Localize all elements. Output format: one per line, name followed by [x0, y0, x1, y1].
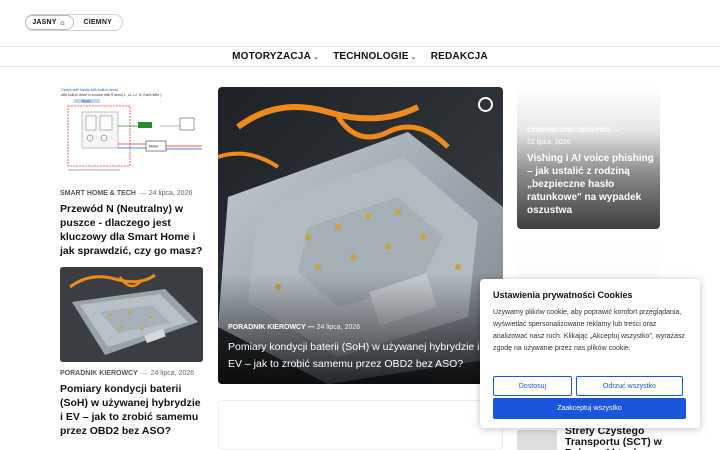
post-date: 24 lipca, 2026: [150, 370, 195, 377]
nav-divider: [0, 66, 720, 67]
battery-image: [60, 267, 203, 362]
side-post-card[interactable]: CYBERBEZPIECZEŃSTWO — 22 lipca, 2026 Vis…: [517, 87, 660, 229]
post-thumbnail-battery[interactable]: [60, 267, 203, 362]
diagram-caption-1: Option with blinds with built-in driver: [61, 88, 119, 92]
meta-separator: —: [307, 324, 315, 331]
post-title[interactable]: Pomiary kondycji baterii (SoH) w używane…: [60, 382, 205, 438]
hero-category[interactable]: PORADNIK KIEROWCY: [228, 324, 306, 331]
nav-item-motoryzacja[interactable]: MOTORYZACJA ⌄: [232, 51, 319, 62]
partial-post-thumbnail[interactable]: [517, 430, 557, 450]
nav-item-redakcja[interactable]: REDAKCJA: [431, 51, 488, 62]
post-category[interactable]: SMART HOME & TECH: [60, 190, 136, 197]
theme-toggle[interactable]: JASNY ☼ CIEMNY: [25, 14, 123, 31]
post-thumbnail-wiring-diagram[interactable]: Option with blinds with built-in driver …: [60, 86, 203, 178]
side-post-meta: CYBERBEZPIECZEŃSTWO —: [527, 127, 619, 134]
partial-post-title[interactable]: Strefy Czystego Transportu (SCT) w Polsc…: [565, 426, 675, 450]
cookie-consent-dialog: Ustawienia prywatności Cookies Używamy p…: [480, 279, 700, 428]
diagram-motor2-label: Motor: [149, 145, 159, 149]
post-meta: SMART HOME & TECH — 24 lipca, 2026: [60, 190, 192, 197]
nav-item-technologie[interactable]: TECHNOLOGIE ⌄: [333, 51, 417, 62]
nav-item-label: TECHNOLOGIE: [333, 51, 409, 62]
reject-all-button[interactable]: Odrzuć wszystko: [576, 376, 683, 396]
post-meta: PORADNIK KIEROWCY — 24 lipca, 2026: [60, 370, 194, 377]
meta-separator: —: [140, 370, 148, 377]
side-post-category[interactable]: CYBERBEZPIECZEŃSTWO: [527, 127, 610, 134]
meta-separator: —: [138, 190, 146, 197]
hero-meta: PORADNIK KIEROWCY — 24 lipca, 2026: [228, 324, 360, 331]
theme-light-label: JASNY: [32, 19, 57, 26]
wiring-diagram-image: Option with blinds with built-in driver …: [61, 88, 202, 171]
side-post-date: 22 lipca, 2026: [527, 139, 571, 146]
post-card-partial: [218, 400, 503, 450]
post-title[interactable]: Przewód N (Neutralny) w puszce - dlaczeg…: [60, 202, 205, 258]
meta-separator: —: [612, 127, 619, 134]
chevron-down-icon: ⌄: [313, 53, 320, 61]
diagram-caption-2: with built-in driver is a motor with 5 w…: [61, 93, 162, 97]
customize-cookies-button[interactable]: Dostosuj: [493, 376, 572, 396]
post-date: 24 lipca, 2026: [148, 190, 193, 197]
main-nav: MOTORYZACJA ⌄ TECHNOLOGIE ⌄ REDAKCJA: [0, 47, 720, 66]
theme-dark-option[interactable]: CIEMNY: [74, 15, 122, 30]
diagram-motor-label: Motor: [82, 100, 92, 104]
theme-light-option[interactable]: JASNY ☼: [25, 15, 74, 30]
hero-date: 24 lipca, 2026: [316, 324, 361, 331]
hero-title[interactable]: Pomiary kondycji baterii (SoH) w używane…: [228, 339, 488, 373]
nav-item-label: REDAKCJA: [430, 51, 488, 62]
hero-post[interactable]: PORADNIK KIEROWCY — 24 lipca, 2026 Pomia…: [218, 87, 503, 384]
cookie-title: Ustawienia prywatności Cookies: [493, 290, 633, 300]
cookie-text: Używamy plików cookie, aby poprawić komf…: [493, 309, 685, 352]
circle-icon[interactable]: [478, 97, 493, 112]
chevron-down-icon: ⌄: [410, 53, 417, 61]
nav-item-label: MOTORYZACJA: [232, 51, 311, 62]
theme-dark-label: CIEMNY: [83, 19, 112, 26]
top-bar: JASNY ☼ CIEMNY: [0, 0, 720, 46]
post-category[interactable]: PORADNIK KIEROWCY: [60, 370, 138, 377]
side-post-title[interactable]: Vishing i AI voice phishing – jak ustali…: [527, 152, 655, 217]
accept-all-button[interactable]: Zaakceptuj wszystko: [493, 398, 686, 419]
sun-icon: ☼: [58, 17, 67, 27]
